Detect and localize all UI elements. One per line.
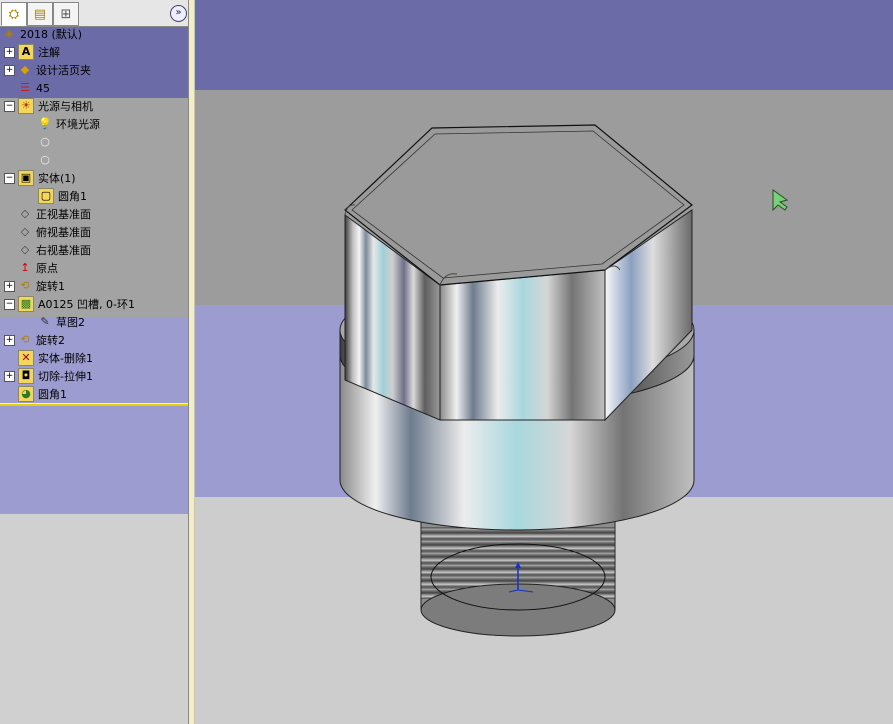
delete-body-icon: ✕ (18, 350, 34, 366)
origin-icon: ↥ (20, 261, 30, 274)
feature-manager-panel: ⛭ ▤ ⊞ » ◈ 2018 (默认) + A 注解 + ◆ 设计活页夹 ☰ 4… (0, 0, 189, 724)
tree-item-hidden-light-2[interactable]: ○ (0, 151, 188, 169)
tree-item-front-plane[interactable]: ◇ 正视基准面 (0, 205, 188, 223)
dimmed-bulb-icon: ○ (40, 153, 50, 166)
groove-icon: ▩ (18, 296, 34, 312)
dimmed-bulb-icon: ○ (40, 135, 50, 148)
tree-item-material[interactable]: ☰ 45 (0, 79, 188, 97)
tree-item-top-plane[interactable]: ◇ 俯视基准面 (0, 223, 188, 241)
cut-extrude-icon: ◘ (18, 368, 34, 384)
tree-item-solid-bodies[interactable]: − ▣ 实体(1) (0, 169, 188, 187)
tree-item-right-plane[interactable]: ◇ 右视基准面 (0, 241, 188, 259)
tree-item-label: 注解 (38, 46, 60, 59)
panel-splitter[interactable] (188, 0, 195, 724)
tree-item-body-delete[interactable]: ✕ 实体-删除1 (0, 349, 188, 367)
material-icon: ☰ (20, 81, 30, 94)
solid-bodies-icon: ▣ (18, 170, 34, 186)
tree-item-label: 设计活页夹 (36, 64, 91, 77)
config-icon: ⊞ (60, 6, 72, 22)
tree-item-label: 光源与相机 (38, 100, 93, 113)
plane-icon: ◇ (20, 225, 30, 238)
sketch-icon: ✎ (40, 315, 50, 328)
tree-item-label: 正视基准面 (36, 208, 91, 221)
tree-root[interactable]: ◈ 2018 (默认) (0, 25, 188, 43)
tree-item-revolve2[interactable]: + ⟲ 旋转2 (0, 331, 188, 349)
tree-item-groove[interactable]: − ▩ A0125 凹槽, 0-环1 (0, 295, 188, 313)
tree-item-label: 环境光源 (56, 118, 100, 131)
expander[interactable]: + (4, 65, 15, 76)
part-model[interactable] (195, 0, 893, 724)
body-icon: ▢ (38, 188, 54, 204)
expander[interactable]: + (4, 281, 15, 292)
tree-item-fillet1[interactable]: ◕ 圆角1 (0, 385, 188, 403)
featuremanager-tab[interactable]: ⛭ (1, 2, 27, 26)
tree-root-label: 2018 (默认) (20, 28, 83, 41)
tree-item-annotations[interactable]: + A 注解 (0, 43, 188, 61)
tree-item-label: 实体(1) (38, 172, 76, 185)
propertymanager-tab[interactable]: ▤ (27, 2, 53, 26)
plane-icon: ◇ (20, 207, 30, 220)
tree-item-lights-cameras[interactable]: − ☀ 光源与相机 (0, 97, 188, 115)
plane-icon: ◇ (20, 243, 30, 256)
tree-item-revolve1[interactable]: + ⟲ 旋转1 (0, 277, 188, 295)
tree-item-label: 切除-拉伸1 (38, 370, 93, 383)
expander[interactable]: + (4, 335, 15, 346)
tree-item-label: 右视基准面 (36, 244, 91, 257)
tree-item-label: 俯视基准面 (36, 226, 91, 239)
expander[interactable]: − (4, 299, 15, 310)
part-icon: ◈ (4, 27, 14, 40)
tree-icon: ⛭ (8, 6, 20, 22)
tree-item-cut-extrude[interactable]: + ◘ 切除-拉伸1 (0, 367, 188, 385)
revolve-icon: ⟲ (20, 333, 30, 346)
tree-item-label: 圆角1 (58, 190, 87, 203)
expander[interactable]: + (4, 47, 15, 58)
annotation-icon: A (18, 44, 34, 60)
expander[interactable]: + (4, 371, 15, 382)
tree-item-sketch2[interactable]: ✎ 草图2 (0, 313, 188, 331)
tree-item-label: 草图2 (56, 316, 85, 329)
expander[interactable]: − (4, 101, 15, 112)
fillet-icon: ◕ (18, 386, 34, 402)
tree-item-label: 旋转2 (36, 334, 65, 347)
tree-item-ambient-light[interactable]: 💡 环境光源 (0, 115, 188, 133)
hex-head (344, 124, 693, 422)
tree-item-label: 圆角1 (38, 388, 67, 401)
tree-item-origin[interactable]: ↥ 原点 (0, 259, 188, 277)
tree-item-body-fillet[interactable]: ▢ 圆角1 (0, 187, 188, 205)
revolve-icon: ⟲ (20, 279, 30, 292)
tree-item-design-binder[interactable]: + ◆ 设计活页夹 (0, 61, 188, 79)
binder-icon: ◆ (20, 63, 30, 76)
expand-panel-button[interactable]: » (170, 5, 187, 22)
tree-item-label: 旋转1 (36, 280, 65, 293)
tree-item-label: 原点 (36, 262, 58, 275)
tree-item-label: 45 (36, 81, 50, 95)
property-icon: ▤ (33, 6, 47, 22)
cursor-arrow-icon (772, 189, 789, 212)
graphics-area[interactable] (195, 0, 893, 724)
tree-item-hidden-light-1[interactable]: ○ (0, 133, 188, 151)
tree-item-label: 实体-删除1 (38, 352, 93, 365)
tree-item-label: A0125 凹槽, 0-环1 (38, 298, 135, 311)
configuration-tab[interactable]: ⊞ (53, 2, 79, 26)
rollback-bar[interactable] (0, 403, 188, 406)
expander[interactable]: − (4, 173, 15, 184)
lights-icon: ☀ (18, 98, 34, 114)
bulb-icon: 💡 (38, 117, 52, 130)
panel-tab-bar: ⛭ ▤ ⊞ » (0, 0, 188, 27)
